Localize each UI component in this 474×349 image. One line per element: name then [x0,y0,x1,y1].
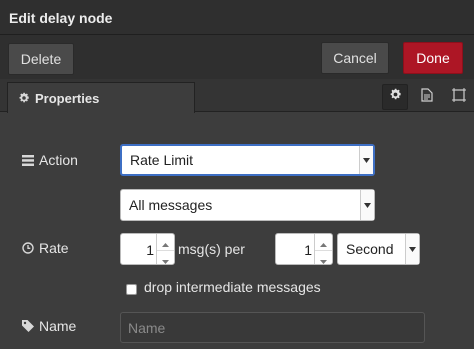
spinner-up-button[interactable] [157,234,174,250]
rate-period-spinner[interactable]: 1 [275,233,333,265]
document-icon [421,87,433,107]
chevron-down-icon [405,234,419,264]
cancel-button[interactable]: Cancel [321,42,389,74]
drop-intermediate-checkbox[interactable] [126,284,137,295]
rate-label-group: Rate [22,240,69,256]
rate-period-value: 1 [304,242,312,258]
gear-icon [389,88,402,106]
action-label: Action [39,152,78,168]
rate-label: Rate [39,240,69,256]
clock-icon [22,242,34,254]
spinner-down-button[interactable] [157,250,174,267]
tag-icon [22,320,34,332]
rate-count-spinner[interactable]: 1 [120,233,175,265]
caret-down-icon [320,251,327,267]
caret-up-icon [162,234,169,250]
name-input[interactable] [120,312,425,343]
tab-appearance-button[interactable] [446,84,472,110]
done-button[interactable]: Done [403,42,463,74]
tray-toolbar: Delete Cancel Done [0,35,474,79]
action-select[interactable]: Rate Limit [120,144,375,176]
tab-description-button[interactable] [414,84,440,110]
frame-icon [452,87,466,107]
rate-count-value: 1 [146,242,154,258]
spinner-up-button[interactable] [315,234,332,250]
name-label: Name [39,318,77,334]
action-label-group: Action [22,152,78,168]
spinner-down-button[interactable] [315,250,332,267]
tray-header: Edit delay node [0,0,474,35]
drop-intermediate-label[interactable]: drop intermediate messages [144,279,321,295]
chevron-down-icon [359,146,373,174]
gear-icon [18,92,30,104]
caret-up-icon [320,234,327,250]
tab-properties[interactable]: Properties [7,82,195,113]
tab-properties-label: Properties [35,90,100,106]
rate-scope-select-value: All messages [129,197,213,213]
rate-count-suffix: msg(s) per [178,241,245,257]
rate-unit-select[interactable]: Second [337,233,420,265]
action-select-value: Rate Limit [130,152,194,168]
tray-title: Edit delay node [9,10,113,26]
chevron-down-icon [360,190,374,220]
tab-settings-button[interactable] [382,84,408,110]
name-label-group: Name [22,318,76,334]
rate-unit-select-value: Second [346,241,394,257]
tabs-bar: Properties [0,79,474,113]
rate-scope-select[interactable]: All messages [120,189,375,221]
delete-button[interactable]: Delete [8,43,74,75]
caret-down-icon [162,251,169,267]
list-icon [22,154,34,166]
